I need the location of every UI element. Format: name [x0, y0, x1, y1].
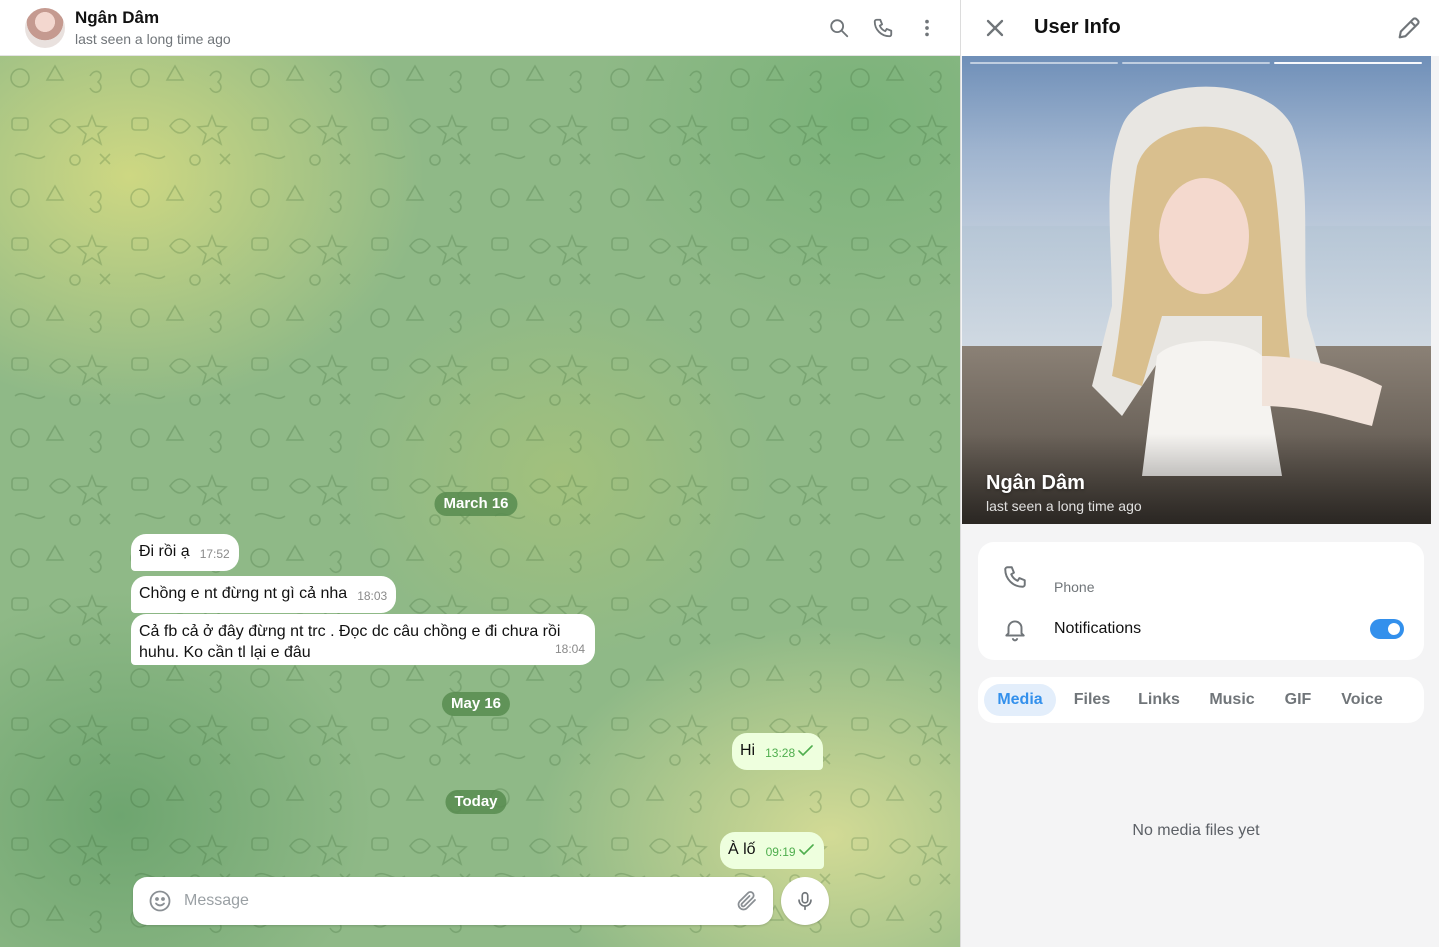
photo-progress-segment	[1122, 62, 1270, 64]
tab-gif[interactable]: GIF	[1274, 684, 1322, 716]
panel-header: User Info	[961, 0, 1439, 56]
profile-name: Ngân Dâm	[986, 472, 1085, 494]
profile-photo[interactable]: Ngân Dâm last seen a long time ago	[962, 56, 1431, 524]
empty-media-text: No media files yet	[1132, 822, 1260, 839]
avatar[interactable]	[25, 8, 65, 48]
chat-header: Ngân Dâm last seen a long time ago	[0, 0, 960, 56]
close-icon[interactable]	[981, 14, 1009, 42]
tab-links[interactable]: Links	[1130, 684, 1188, 716]
info-card: Phone Notifications	[978, 542, 1424, 660]
chat-title[interactable]: Ngân Dâm	[75, 8, 159, 28]
message-time: 18:04	[554, 642, 585, 656]
search-button[interactable]	[823, 12, 855, 44]
pencil-icon[interactable]	[1395, 14, 1423, 42]
message-bubble[interactable]: Hi 13:28	[732, 733, 824, 770]
phone-icon	[1004, 566, 1026, 588]
toggle-knob	[1386, 621, 1402, 637]
date-separator: May 16	[441, 692, 511, 716]
smile-icon[interactable]	[148, 889, 172, 913]
date-separator: March 16	[434, 492, 518, 516]
search-icon	[830, 19, 849, 38]
message-time: 18:03	[357, 589, 388, 603]
message-composer	[133, 877, 773, 925]
phone-label: Phone	[1054, 579, 1095, 595]
message-bubble[interactable]: Chồng e nt đừng nt gì cả nha 18:03	[131, 576, 397, 613]
message-text: Chồng e nt đừng nt gì cả nha	[139, 585, 348, 602]
message-time: 13:28	[765, 746, 796, 760]
date-separator: Today	[445, 790, 507, 814]
paperclip-icon[interactable]	[735, 889, 759, 913]
microphone-icon	[798, 891, 812, 911]
message-text: À lố	[728, 841, 756, 858]
more-button[interactable]	[911, 12, 943, 44]
notifications-label: Notifications	[1054, 620, 1142, 637]
user-info-panel: User Info Ngân Dâm last seen a long time…	[960, 0, 1439, 947]
message-text: Hi	[740, 742, 756, 759]
message-time: 09:19	[765, 845, 796, 859]
phone-number-redacted[interactable]	[1054, 556, 1194, 574]
phone-icon	[873, 18, 893, 38]
more-vertical-icon	[925, 19, 929, 37]
message-text: Cả fb cả ở đây đừng nt trc . Đọc dc câu …	[139, 623, 561, 661]
tab-voice[interactable]: Voice	[1332, 684, 1392, 716]
chat-status: last seen a long time ago	[75, 31, 231, 47]
voice-record-button[interactable]	[781, 877, 829, 925]
chat-pane: Ngân Dâm last seen a long time ago March…	[0, 0, 960, 947]
tab-media[interactable]: Media	[984, 684, 1056, 716]
profile-status: last seen a long time ago	[986, 498, 1142, 514]
double-check-icon	[798, 844, 814, 856]
message-bubble[interactable]: À lố 09:19	[720, 832, 824, 869]
tab-music[interactable]: Music	[1200, 684, 1264, 716]
call-button[interactable]	[867, 12, 899, 44]
message-text: Đi rồi ạ	[139, 543, 190, 560]
notifications-toggle[interactable]	[1370, 619, 1404, 639]
bell-icon	[1005, 620, 1025, 642]
tab-files[interactable]: Files	[1064, 684, 1120, 716]
photo-progress-segment-active	[1274, 62, 1422, 64]
message-time: 17:52	[199, 547, 230, 561]
panel-title: User Info	[1034, 16, 1121, 38]
photo-progress-segment	[970, 62, 1118, 64]
message-input[interactable]	[184, 889, 724, 913]
message-bubble[interactable]: Đi rồi ạ 17:52	[131, 534, 239, 571]
message-bubble[interactable]: Cả fb cả ở đây đừng nt trc . Đọc dc câu …	[131, 614, 595, 665]
media-tabs: Media Files Links Music GIF Voice	[978, 677, 1424, 723]
double-check-icon	[798, 745, 813, 757]
